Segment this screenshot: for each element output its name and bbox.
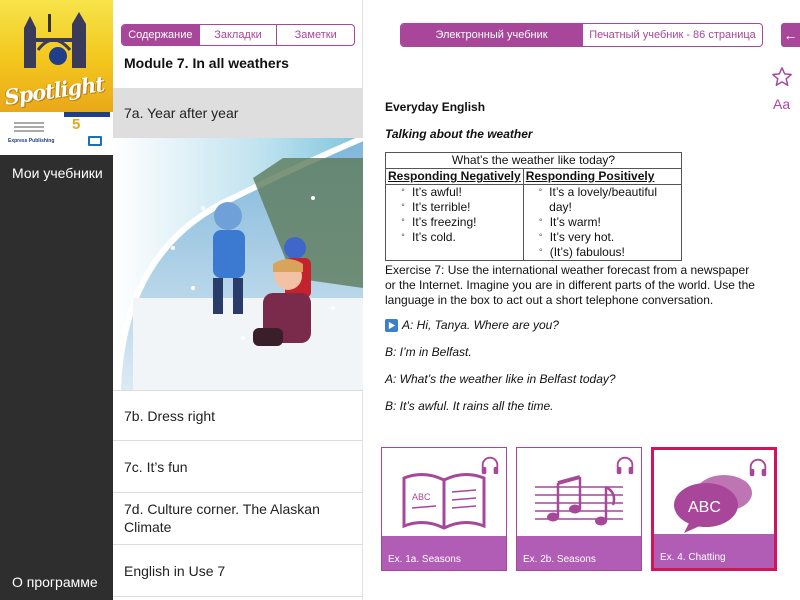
dialog-line: B: I’m in Belfast. [385,345,472,359]
toc-item-label: English in Use 7 [124,562,226,579]
about-link[interactable]: О программе [12,574,98,590]
cover-art: Spotlight [0,0,113,112]
star-icon[interactable] [771,66,793,88]
toc-item-7a[interactable]: 7a. Year after year [113,88,363,138]
list-item: ◦ It’s awful! [401,185,462,199]
tab-bookmarks[interactable]: Закладки [198,25,277,45]
card-label: Ex. 2b. Seasons [517,536,641,570]
exercise-text: Exercise 7: Use the international weathe… [385,263,755,307]
table-caption: What’s the weather like today? [385,152,682,169]
toc-item-label: 7b. Dress right [124,407,216,424]
app: Spotlight 5 Express Publishing Мои учебн… [0,0,800,600]
column-header-negative: Responding Negatively [385,168,524,185]
tab-printed-book[interactable]: Печатный учебник - 86 страница [582,24,762,46]
toc-item-label: 7a. Year after year [124,104,239,121]
list-item: ◦ It’s warm! [538,215,601,229]
sidebar: Spotlight 5 Express Publishing Мои учебн… [0,0,113,600]
list-item: ◦ It’s a lovely/beautiful day! [538,185,657,214]
list-item: ◦ It’s terrible! [401,200,471,214]
module-title: Module 7. In all weathers [124,55,289,71]
positive-cell: ◦ It’s a lovely/beautiful day! ◦ It’s warm… [522,184,683,261]
arrow-left-icon: ← [783,27,798,43]
list-item: ◦ It’s very hot. [538,230,615,244]
weather-phrases-table: What’s the weather like today? Respondin… [385,152,683,261]
tower-bridge-icon [24,12,86,68]
music-notes-icon [517,466,641,536]
tab-contents[interactable]: Содержание [122,25,199,45]
toc-item-7d[interactable]: 7d. Culture corner. The Alaskan Climate [113,493,363,545]
card-label: Ex. 1a. Seasons [382,536,506,570]
cover-authors [14,122,44,136]
svg-text:ABC: ABC [688,499,721,516]
toc-item-label: 7d. Culture corner. The Alaskan Climate [124,501,320,535]
kids-snow-photo [113,135,365,391]
exercise-card-2b[interactable]: Ex. 2b. Seasons [516,447,642,571]
list-item: ◦ (It’s) fabulous! [538,245,625,259]
publisher-logo: Express Publishing [8,138,55,144]
lesson-content: Everyday English Talking about the weath… [385,100,775,426]
toc-item-label: 7c. It’s fun [124,458,188,475]
negative-cell: ◦ It’s awful! ◦ It’s terrible! ◦ It’s freez… [385,184,524,261]
column-header-positive: Responding Positively [522,168,683,185]
view-toggle: Электронный учебник Печатный учебник - 8… [400,23,763,47]
monitor-icon [88,136,102,146]
book-cover[interactable]: Spotlight 5 Express Publishing [0,0,113,155]
dialog-line: A: Hi, Tanya. Where are you? [385,318,775,333]
back-button[interactable]: ← [781,23,800,47]
dialog-line: A: What’s the weather like in Belfast to… [385,372,616,386]
book-abc-icon: ABC [382,466,506,536]
exercise-card-4[interactable]: ABC Ex. 4. Chatting [651,447,777,571]
toc-panel: Содержание Закладки Заметки Module 7. In… [113,0,365,600]
section-heading: Everyday English [385,100,486,114]
toc-tabs: Содержание Закладки Заметки [121,24,355,46]
toc-item-english-in-use[interactable]: English in Use 7 [113,545,363,597]
cover-grade: 5 [72,116,81,133]
toc-item-7c[interactable]: 7c. It’s fun [113,441,363,493]
my-books-link[interactable]: Мои учебники [12,165,103,181]
card-label: Ex. 4. Chatting [654,534,774,568]
list-item: ◦ It’s cold. [401,230,456,244]
font-size-button[interactable]: Aa [773,96,790,112]
exercise-card-1a[interactable]: ABC Ex. 1a. Seasons [381,447,507,571]
cover-ribbon [64,112,110,117]
lesson-photo [113,135,365,391]
play-icon[interactable] [385,319,398,332]
svg-text:ABC: ABC [412,492,431,502]
dialog-line: B: It’s awful. It rains all the time. [385,399,554,413]
toc-item-7b[interactable]: 7b. Dress right [113,390,363,441]
speech-bubble-abc-icon: ABC [654,468,774,538]
cover-title: Spotlight [2,71,106,110]
tab-notes[interactable]: Заметки [276,25,354,45]
list-item: ◦ It’s freezing! [401,215,477,229]
tab-electronic-book[interactable]: Электронный учебник [401,24,582,46]
section-subheading: Talking about the weather [385,127,533,141]
